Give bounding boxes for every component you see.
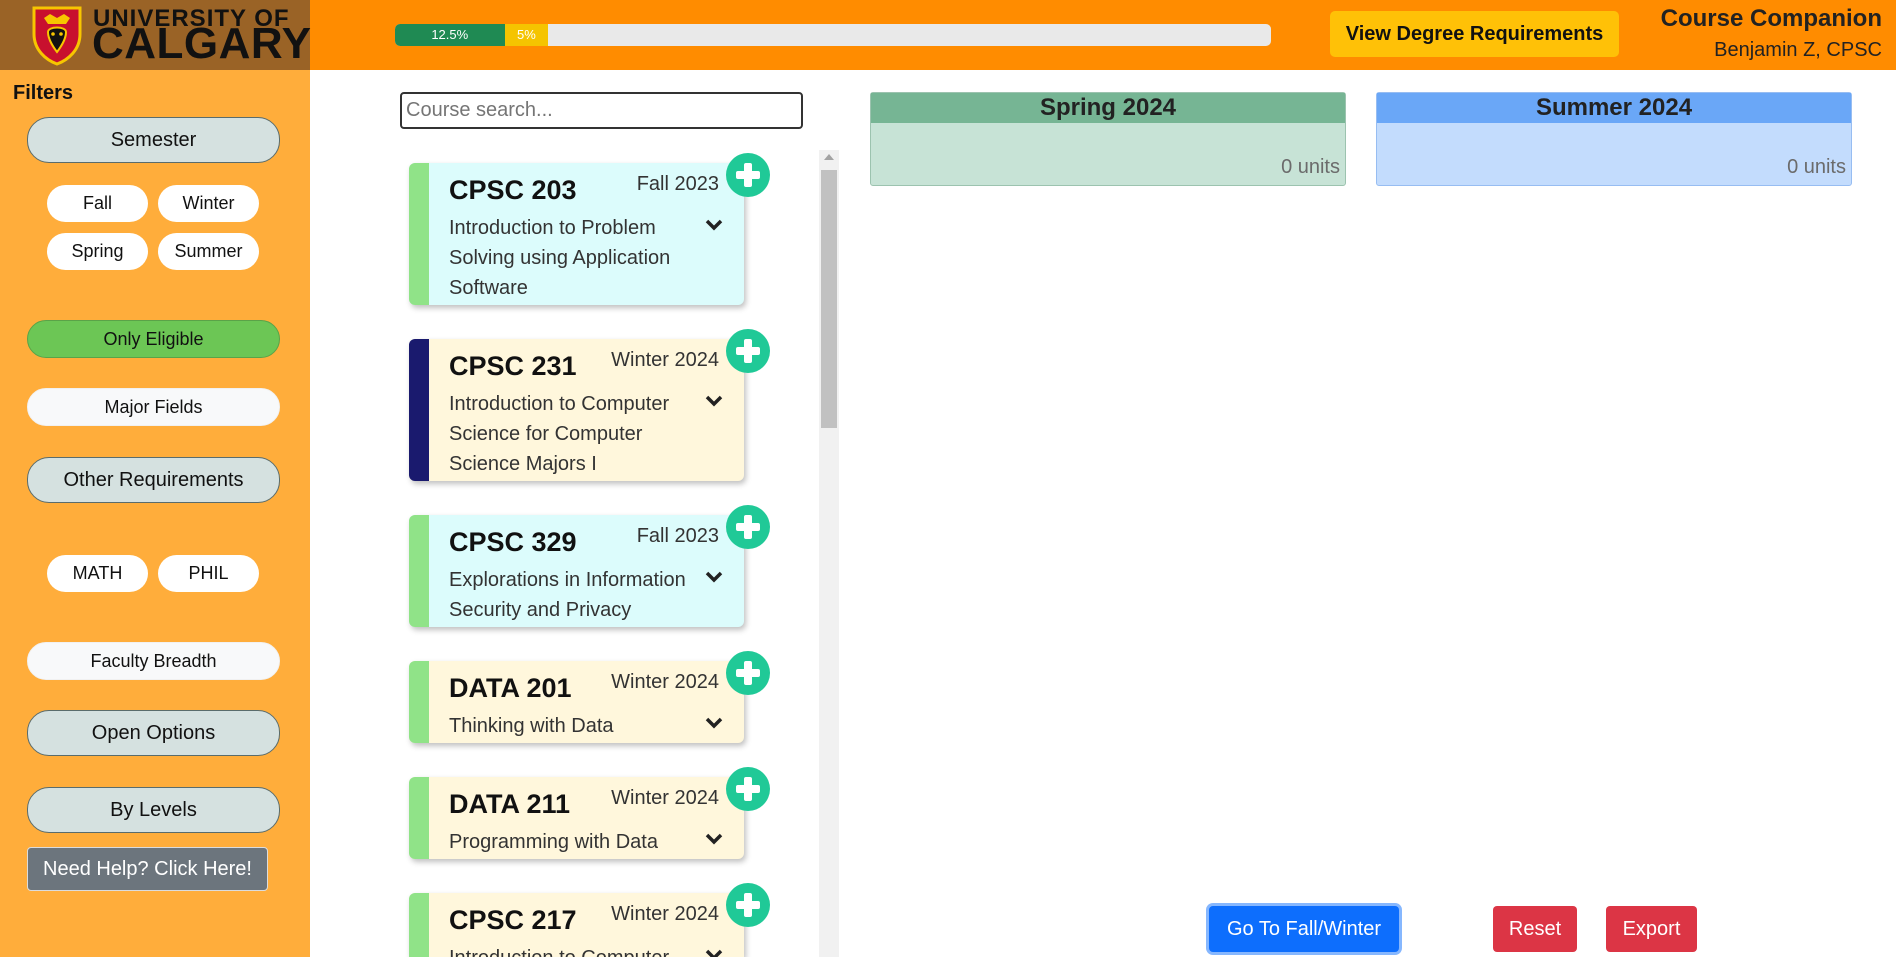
help-button[interactable]: Need Help? Click Here!: [27, 847, 268, 891]
course-code: CPSC 203: [449, 175, 577, 205]
course-card-cpsc-329[interactable]: CPSC 329 Fall 2023 Explorations in Infor…: [409, 515, 744, 627]
semester-panel-summer-2024[interactable]: Summer 2024 0 units: [1376, 92, 1852, 186]
add-course-icon[interactable]: [726, 153, 770, 197]
course-code: DATA 211: [449, 789, 571, 819]
course-semester: Winter 2024: [611, 349, 719, 371]
semester-option-fall[interactable]: Fall: [47, 185, 148, 222]
course-title: Thinking with Data: [449, 715, 614, 737]
filters-sidebar: Filters Semester Fall Winter Spring Summ…: [0, 70, 310, 957]
course-code: CPSC 217: [449, 905, 577, 935]
course-code: DATA 201: [449, 673, 572, 703]
course-color-stripe: [409, 777, 429, 859]
degree-progress-bar: 12.5% 5%: [395, 24, 1271, 46]
reset-button[interactable]: Reset: [1493, 906, 1577, 952]
logo-text-bottom: CALGARY: [92, 19, 312, 68]
other-requirements-button[interactable]: Other Requirements: [27, 457, 280, 503]
course-title: Programming with Data: [449, 831, 658, 853]
filters-heading: Filters: [13, 82, 74, 104]
user-info: Benjamin Z, CPSC: [1714, 39, 1882, 61]
app-title: Course Companion: [1660, 5, 1882, 32]
by-levels-button[interactable]: By Levels: [27, 787, 280, 833]
top-header: UNIVERSITY OF CALGARY 12.5% 5% View Degr…: [0, 0, 1896, 70]
course-color-stripe: [409, 661, 429, 743]
course-color-stripe: [409, 893, 429, 957]
course-title: Introduction to Computer: [449, 943, 689, 957]
semester-option-winter[interactable]: Winter: [158, 185, 259, 222]
course-card-data-201[interactable]: DATA 201 Winter 2024 Thinking with Data: [409, 661, 744, 743]
view-degree-requirements-button[interactable]: View Degree Requirements: [1330, 11, 1619, 57]
course-color-stripe: [409, 515, 429, 627]
course-semester: Winter 2024: [611, 903, 719, 925]
open-options-button[interactable]: Open Options: [27, 710, 280, 756]
go-to-fall-winter-button[interactable]: Go To Fall/Winter: [1209, 906, 1399, 952]
add-course-icon[interactable]: [726, 505, 770, 549]
course-semester: Winter 2024: [611, 671, 719, 693]
course-code: CPSC 231: [449, 351, 577, 381]
semester-option-summer[interactable]: Summer: [158, 233, 259, 270]
semester-panel-spring-2024[interactable]: Spring 2024 0 units: [870, 92, 1346, 186]
course-title: Introduction to Problem Solving using Ap…: [449, 217, 671, 299]
course-semester: Fall 2023: [636, 173, 719, 195]
add-course-icon[interactable]: [726, 767, 770, 811]
university-logo[interactable]: UNIVERSITY OF CALGARY: [0, 0, 312, 70]
semester-option-spring[interactable]: Spring: [47, 233, 148, 270]
course-search-input[interactable]: [400, 92, 803, 129]
progress-segment-completed: 12.5%: [395, 24, 505, 46]
course-code: CPSC 329: [449, 527, 577, 557]
chevron-down-icon[interactable]: [704, 829, 724, 849]
course-card-cpsc-217[interactable]: CPSC 217 Winter 2024 Introduction to Com…: [409, 893, 744, 957]
course-color-stripe: [409, 163, 429, 305]
crest-icon: [32, 6, 82, 66]
course-semester: Winter 2024: [611, 787, 719, 809]
only-eligible-toggle[interactable]: Only Eligible: [27, 320, 280, 358]
scrollbar-thumb[interactable]: [821, 170, 837, 428]
course-title: Explorations in Information Security and…: [449, 569, 686, 621]
semester-panel-title: Summer 2024: [1377, 93, 1851, 123]
add-course-icon[interactable]: [726, 329, 770, 373]
course-card-cpsc-231[interactable]: CPSC 231 Winter 2024 Introduction to Com…: [409, 339, 744, 481]
chevron-down-icon[interactable]: [704, 567, 724, 587]
major-fields-button[interactable]: Major Fields: [27, 388, 280, 426]
course-card-data-211[interactable]: DATA 211 Winter 2024 Programming with Da…: [409, 777, 744, 859]
faculty-breadth-button[interactable]: Faculty Breadth: [27, 642, 280, 680]
other-option-phil[interactable]: PHIL: [158, 555, 259, 592]
course-list-scrollbar[interactable]: [819, 150, 839, 957]
semester-filter-button[interactable]: Semester: [27, 117, 280, 163]
export-button[interactable]: Export: [1606, 906, 1697, 952]
add-course-icon[interactable]: [726, 883, 770, 927]
course-semester: Fall 2023: [636, 525, 719, 547]
semester-panel-title: Spring 2024: [871, 93, 1345, 123]
chevron-down-icon[interactable]: [704, 713, 724, 733]
progress-segment-planned: 5%: [504, 24, 549, 46]
semester-units: 0 units: [1787, 156, 1846, 178]
other-option-math[interactable]: MATH: [47, 555, 148, 592]
course-card-cpsc-203[interactable]: CPSC 203 Fall 2023 Introduction to Probl…: [409, 163, 744, 305]
chevron-down-icon[interactable]: [704, 215, 724, 235]
scroll-up-arrow-icon[interactable]: [824, 154, 834, 160]
semester-units: 0 units: [1281, 156, 1340, 178]
course-color-stripe: [409, 339, 429, 481]
chevron-down-icon[interactable]: [704, 391, 724, 411]
add-course-icon[interactable]: [726, 651, 770, 695]
course-title: Introduction to Computer Science for Com…: [449, 393, 670, 475]
chevron-down-icon[interactable]: [704, 945, 724, 957]
